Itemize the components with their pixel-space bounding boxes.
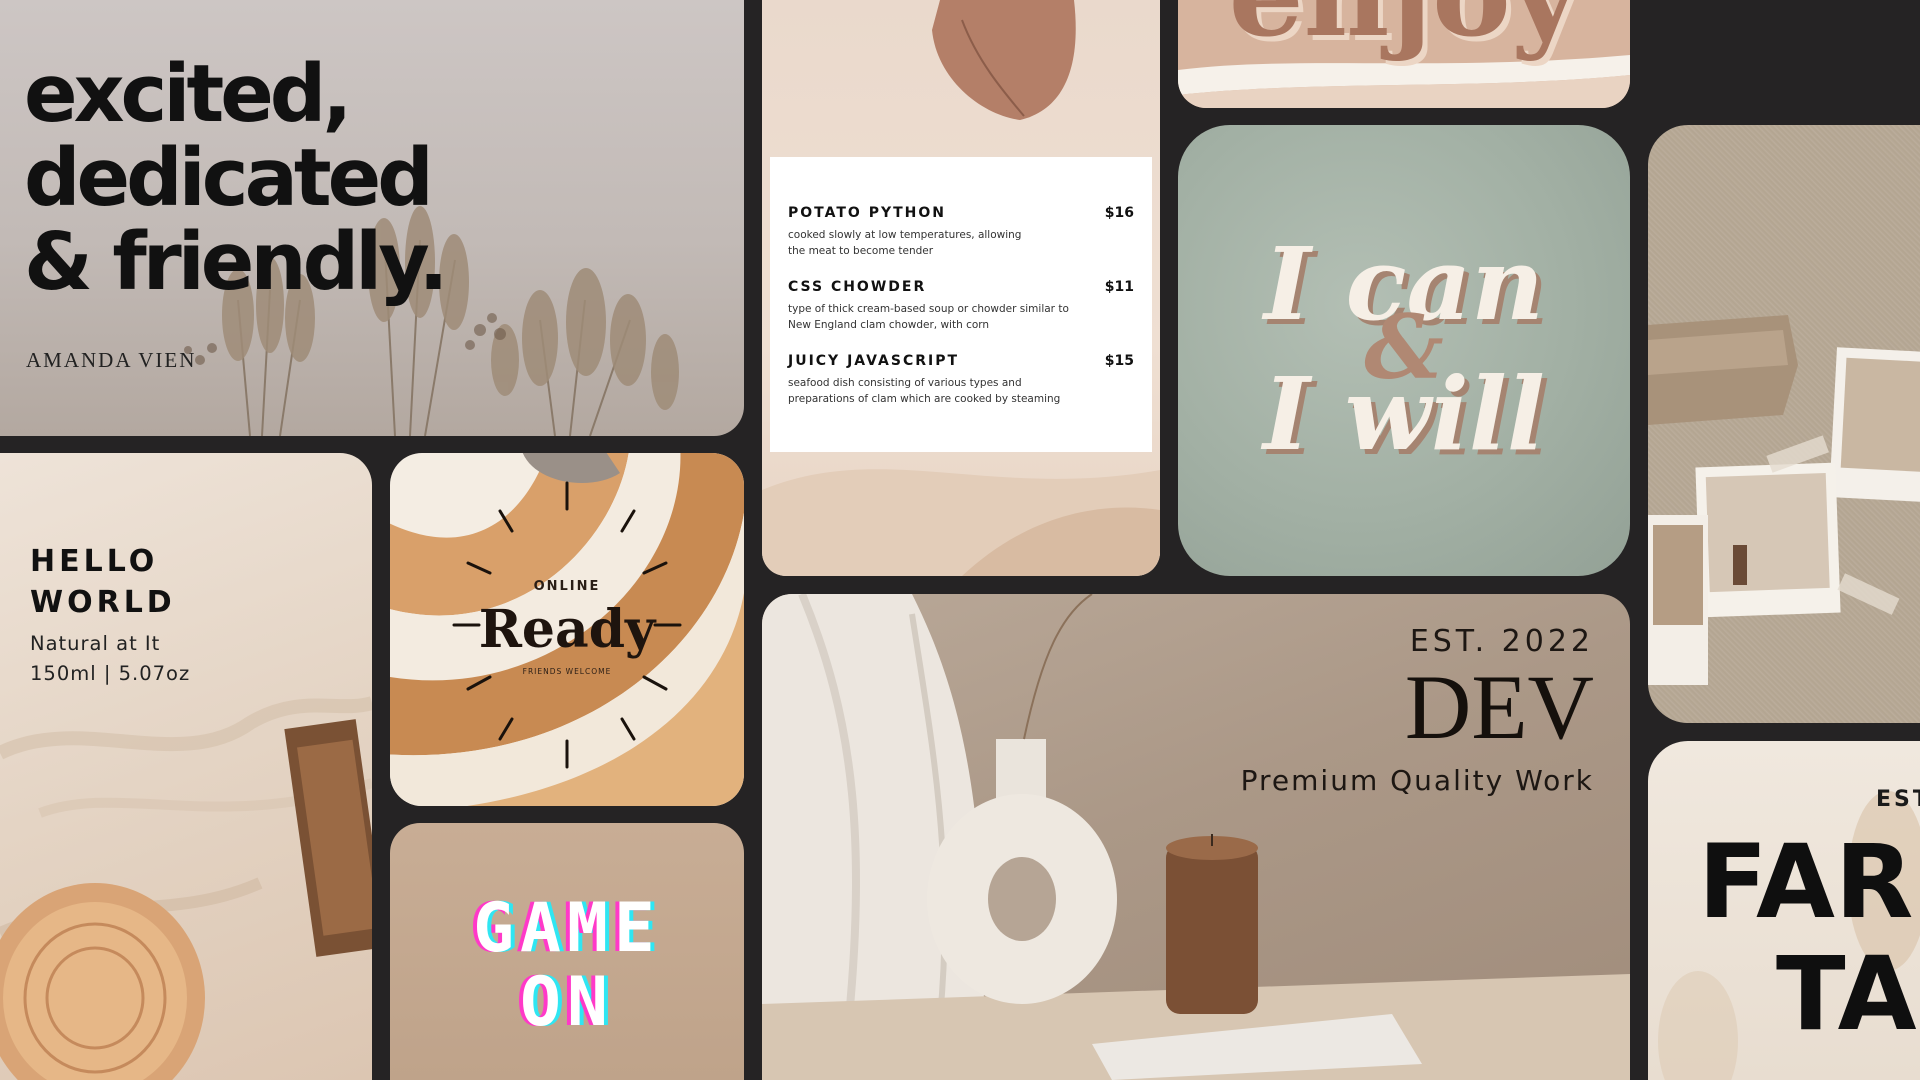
menu-item-price: $16 (1104, 205, 1134, 221)
moodboard-photos-image (1648, 315, 1920, 685)
quote-author: AMANDA VIEN (26, 348, 197, 372)
farm-title-line-1: FAR (1698, 823, 1914, 942)
dev-title: DEV (1404, 656, 1594, 758)
hello-world-card[interactable]: HELLO WORLD Natural at It 150ml | 5.07oz (0, 453, 372, 1080)
menu-item-price: $11 (1104, 279, 1134, 295)
online-label: ONLINE (533, 579, 601, 594)
on-line: ON (520, 963, 614, 1042)
hello-world-subtitle: Natural at It 150ml | 5.07oz (30, 632, 191, 685)
quote-headline: excited, dedicated & friendly. (24, 48, 449, 308)
menu-item-price: $15 (1104, 353, 1134, 369)
farm-title-line-2: TA (1776, 935, 1917, 1054)
menu-item-name: JUICY JAVASCRIPT (788, 353, 960, 369)
enjoy-word: enjoy (1178, 0, 1630, 63)
est-label: EST (1876, 787, 1920, 812)
friends-welcome-label: FRIENDS WELCOME (522, 667, 612, 676)
ready-title: Ready (478, 599, 656, 660)
ready-card[interactable]: ONLINE Ready FRIENDS WELCOME (390, 453, 744, 806)
hello-world-title: HELLO WORLD (30, 544, 176, 620)
dev-tagline: Premium Quality Work (1240, 764, 1594, 797)
menu-paper: POTATO PYTHON $16 cooked slowly at low t… (770, 157, 1152, 452)
dev-card[interactable]: EST. 2022 DEV Premium Quality Work (762, 594, 1630, 1080)
i-can-card[interactable]: I can & I will (1178, 125, 1630, 576)
quote-line-2: dedicated (24, 132, 434, 224)
menu-item-description: seafood dish consisting of various types… (788, 377, 1061, 405)
farm-card[interactable]: EST FAR TA (1648, 741, 1920, 1080)
moodboard-card[interactable] (1648, 125, 1920, 723)
game-on-card[interactable]: GAME ON (390, 823, 744, 1080)
menu-item-description: cooked slowly at low temperatures, allow… (788, 229, 1022, 257)
quote-card[interactable]: excited, dedicated & friendly. AMANDA VI… (0, 0, 744, 436)
menu-item-description: type of thick cream-based soup or chowde… (788, 303, 1069, 331)
menu-item-name: CSS CHOWDER (788, 279, 927, 295)
menu-card[interactable]: POTATO PYTHON $16 cooked slowly at low t… (762, 0, 1160, 576)
quote-line-1: excited, (24, 48, 352, 140)
enjoy-card[interactable]: enjoy (1178, 0, 1630, 108)
game-line: GAME (473, 889, 661, 968)
menu-item-name: POTATO PYTHON (788, 205, 946, 221)
i-will-line: I will (1263, 355, 1545, 473)
quote-line-3: & friendly. (24, 216, 449, 308)
